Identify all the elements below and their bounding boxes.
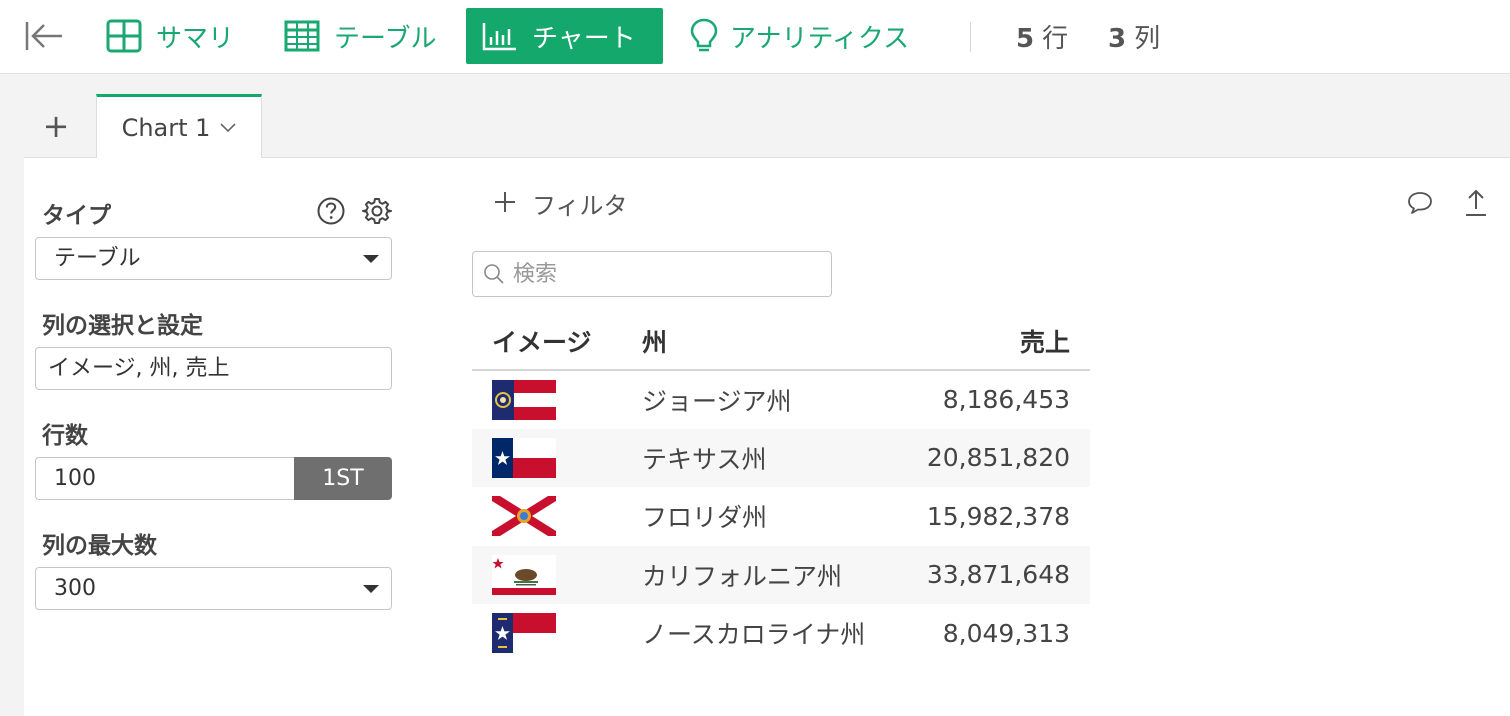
- column-header-image[interactable]: イメージ: [472, 312, 642, 371]
- max-columns-label: 列の最大数: [42, 533, 157, 559]
- columns-label: 列の選択と設定: [42, 313, 203, 339]
- top-toolbar: サマリ テーブル チャート アナリティクス 5行 3列: [0, 0, 1510, 74]
- lightbulb-icon: [686, 18, 722, 54]
- tab-chart-1-label: Chart 1: [121, 113, 211, 142]
- flag-cell: [472, 370, 642, 429]
- summary-grid-icon: [106, 18, 142, 54]
- north-carolina-flag-icon: [492, 613, 556, 654]
- nav-analytics-button[interactable]: アナリティクス: [670, 8, 925, 64]
- california-flag-icon: [492, 554, 556, 595]
- table-row: ジョージア州 8,186,453: [472, 370, 1090, 429]
- flag-cell: [472, 428, 642, 487]
- toolbar-divider: [970, 22, 971, 52]
- nav-chart-button[interactable]: チャート: [466, 8, 663, 64]
- search-box: [472, 251, 832, 297]
- export-icon[interactable]: [1462, 188, 1490, 218]
- gear-icon[interactable]: [362, 196, 392, 226]
- row-count: 5行: [1016, 18, 1068, 55]
- rows-label: 行数: [42, 423, 88, 449]
- row-count-value: 5: [1016, 24, 1035, 54]
- tab-chart-1[interactable]: Chart 1: [96, 94, 262, 158]
- search-input[interactable]: [513, 260, 813, 288]
- chevron-down-icon[interactable]: [220, 118, 236, 137]
- nav-table-button[interactable]: テーブル: [268, 8, 452, 64]
- table-row: テキサス州 20,851,820: [472, 428, 1090, 487]
- nav-table-label: テーブル: [334, 23, 437, 54]
- nav-summary-label: サマリ: [156, 23, 235, 54]
- column-count: 3列: [1108, 18, 1160, 55]
- florida-flag-icon: [492, 496, 556, 537]
- flag-cell: [472, 487, 642, 546]
- table-row: フロリダ州 15,982,378: [472, 487, 1090, 546]
- table-icon: [284, 18, 320, 54]
- state-cell: フロリダ州: [642, 503, 768, 533]
- max-columns-select[interactable]: 300: [35, 567, 392, 610]
- collapse-left-icon[interactable]: [24, 20, 64, 52]
- sales-cell: 20,851,820: [902, 428, 1090, 487]
- chart-type-select[interactable]: テーブル: [35, 237, 392, 280]
- columns-field[interactable]: イメージ, 州, 売上: [35, 347, 392, 390]
- rows-control: 100 1ST: [35, 457, 392, 500]
- plus-icon: [494, 186, 516, 221]
- add-filter-button[interactable]: フィルタ: [494, 186, 628, 220]
- state-cell: カリフォルニア州: [642, 545, 902, 604]
- column-count-value: 3: [1108, 24, 1127, 54]
- column-header-sales[interactable]: 売上: [902, 312, 1090, 371]
- rows-1st-button[interactable]: 1ST: [294, 457, 392, 500]
- column-header-state[interactable]: 州: [642, 312, 902, 371]
- state-cell: ジョージア州: [642, 386, 792, 416]
- state-cell: ノースカロライナ州: [642, 620, 866, 650]
- flag-cell: [472, 604, 642, 663]
- nav-chart-label: チャート: [532, 23, 636, 54]
- sales-cell: 8,186,453: [942, 385, 1070, 415]
- sales-cell: 15,982,378: [926, 501, 1070, 531]
- table-row: ノースカロライナ州 8,049,313: [472, 604, 1090, 663]
- bar-chart-icon: [482, 18, 518, 54]
- left-gutter: [0, 74, 24, 716]
- table-row: カリフォルニア州 33,871,648: [472, 545, 1090, 604]
- state-cell: テキサス州: [642, 428, 902, 487]
- flag-cell: [472, 545, 642, 604]
- texas-flag-icon: [492, 437, 556, 478]
- data-table: イメージ 州 売上 ジョージア州 8,186,453 テキサス州 20,851,…: [472, 312, 1090, 663]
- search-icon: [483, 263, 505, 285]
- nav-summary-button[interactable]: サマリ: [90, 8, 250, 64]
- table-header-row: イメージ 州 売上: [472, 312, 1090, 371]
- comment-icon[interactable]: [1406, 190, 1434, 216]
- column-count-unit: 列: [1134, 24, 1161, 54]
- nav-analytics-label: アナリティクス: [730, 23, 910, 54]
- add-filter-label: フィルタ: [532, 191, 628, 220]
- row-count-unit: 行: [1042, 24, 1069, 54]
- type-label: タイプ: [42, 203, 111, 229]
- sales-cell: 33,871,648: [902, 545, 1090, 604]
- sales-cell: 8,049,313: [942, 618, 1070, 648]
- rows-input[interactable]: 100: [35, 457, 295, 500]
- help-icon[interactable]: [316, 196, 346, 226]
- georgia-flag-icon: [492, 379, 556, 420]
- add-chart-tab-button[interactable]: +: [38, 108, 74, 144]
